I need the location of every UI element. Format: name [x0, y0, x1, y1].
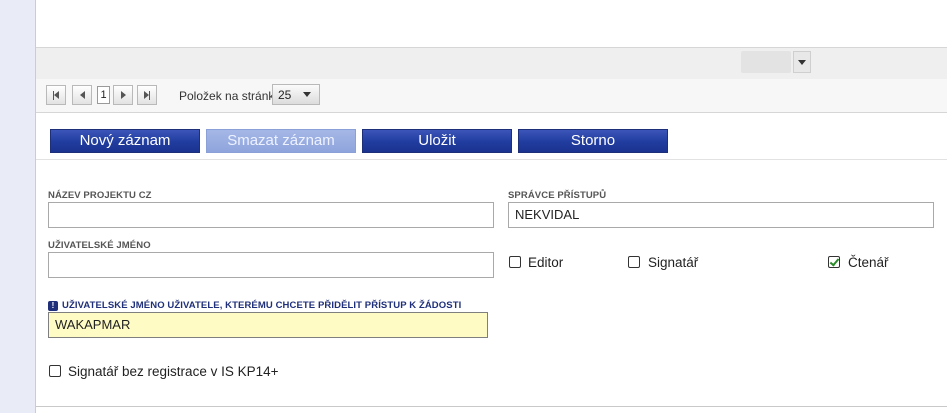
- previous-page-button[interactable]: [72, 85, 92, 105]
- grant-user-field[interactable]: WAKAPMAR: [48, 312, 488, 338]
- next-icon: [120, 91, 126, 99]
- project-name-label: NÁZEV PROJEKTU CZ: [48, 190, 152, 201]
- save-button[interactable]: Uložit: [362, 129, 512, 153]
- last-page-icon: [144, 90, 150, 100]
- new-record-button[interactable]: Nový záznam: [50, 129, 200, 153]
- reader-checkbox[interactable]: [828, 256, 840, 268]
- chevron-down-icon: [303, 92, 311, 97]
- unregistered-signatory-label: Signatář bez registrace v IS KP14+: [68, 364, 279, 379]
- main-content: 1 Položek na stránku 25 Nový záznam Smaz…: [36, 0, 947, 413]
- column-filter-select[interactable]: [741, 51, 791, 73]
- grid-header-bar: [36, 47, 947, 80]
- pagination-bar: 1 Položek na stránku 25: [36, 79, 947, 113]
- column-filter-dropdown-button[interactable]: [793, 51, 811, 73]
- unregistered-signatory-checkbox[interactable]: [49, 365, 61, 377]
- reader-label: Čtenář: [848, 255, 889, 270]
- per-page-label: Položek na stránku: [179, 89, 282, 103]
- cancel-button[interactable]: Storno: [518, 129, 668, 153]
- grant-user-label: UŽIVATELSKÉ JMÉNO UŽIVATELE, KTERÉMU CHC…: [62, 300, 462, 311]
- current-page-input[interactable]: 1: [97, 86, 110, 104]
- username-label: UŽIVATELSKÉ JMÉNO: [48, 240, 151, 251]
- signatory-label: Signatář: [648, 255, 699, 270]
- next-page-button[interactable]: [113, 85, 133, 105]
- divider: [36, 406, 947, 407]
- signatory-checkbox[interactable]: [628, 256, 640, 268]
- username-field[interactable]: [48, 252, 494, 278]
- per-page-value: 25: [278, 88, 292, 102]
- access-admin-label: SPRÁVCE PŘÍSTUPŮ: [508, 190, 607, 201]
- first-page-button[interactable]: [46, 85, 66, 105]
- delete-record-button[interactable]: Smazat záznam: [206, 129, 356, 153]
- editor-checkbox[interactable]: [509, 256, 521, 268]
- per-page-select[interactable]: 25: [272, 84, 320, 105]
- access-admin-field[interactable]: NEKVIDAL: [508, 202, 934, 228]
- editor-label: Editor: [528, 255, 564, 270]
- left-side-panel: [0, 0, 36, 413]
- project-name-field[interactable]: [48, 202, 494, 228]
- chevron-down-icon: [798, 59, 806, 65]
- previous-icon: [79, 91, 85, 99]
- access-form: NÁZEV PROJEKTU CZ SPRÁVCE PŘÍSTUPŮ NEKVI…: [36, 160, 947, 405]
- action-toolbar: Nový záznam Smazat záznam Uložit Storno: [36, 113, 947, 160]
- last-page-button[interactable]: [137, 85, 157, 105]
- first-page-icon: [53, 90, 59, 100]
- info-icon: !: [48, 301, 58, 311]
